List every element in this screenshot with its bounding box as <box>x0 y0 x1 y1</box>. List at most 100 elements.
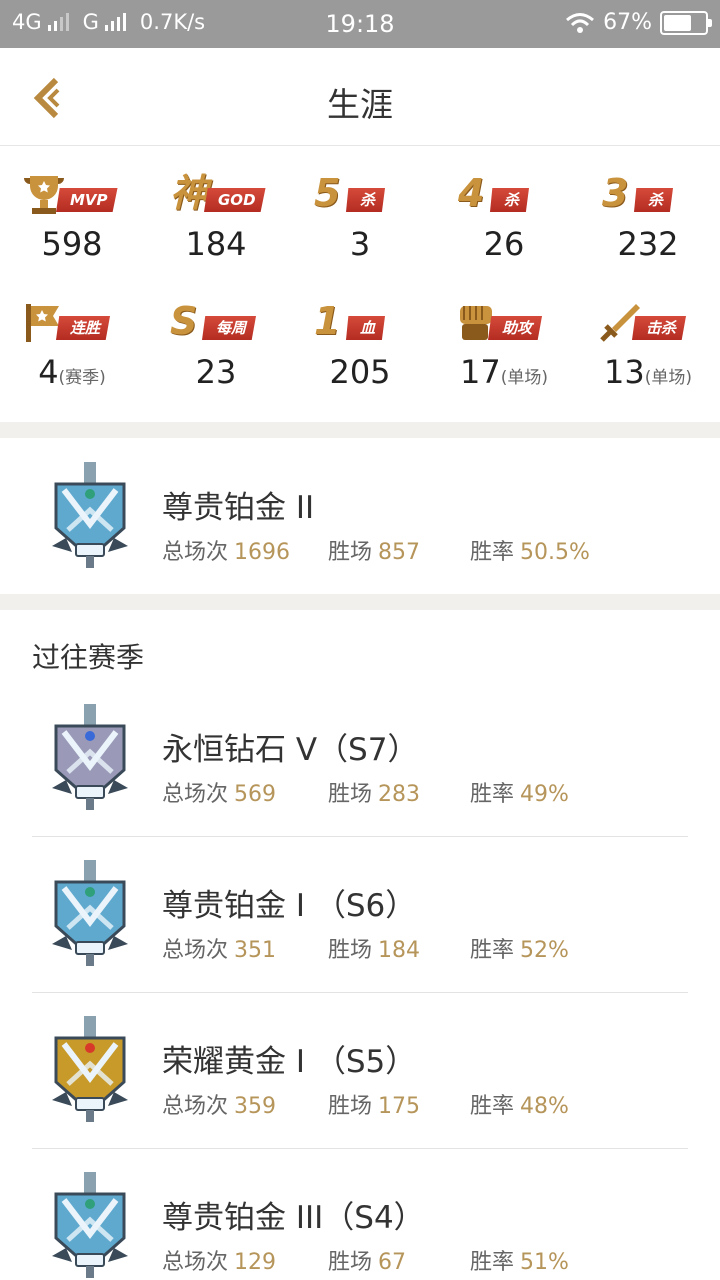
stat-value: 598 <box>0 224 144 264</box>
stat-suffix: (单场) <box>500 368 548 388</box>
wins-label: 胜场 <box>328 1250 373 1275</box>
five-kill-icon: 5杀 <box>288 170 432 218</box>
stat-value: 13(单场) <box>576 352 720 398</box>
season-rank-name: 尊贵铂金 I （S6） <box>162 888 417 924</box>
page-title: 生涯 <box>327 85 393 124</box>
battery-icon <box>660 10 712 35</box>
wifi-icon <box>566 12 595 33</box>
stat-flag: 连胜 4(赛季) <box>0 298 144 398</box>
season-rank-name: 永恒钻石 V（S7） <box>162 732 419 768</box>
stat-number: 232 <box>617 225 679 263</box>
trophy-icon: MVP <box>0 170 144 218</box>
season-rank-name: 荣耀黄金 I （S5） <box>162 1044 417 1080</box>
stat-value: 184 <box>144 224 288 264</box>
stat-number: 205 <box>329 353 391 391</box>
stat-number: 598 <box>41 225 103 263</box>
wins-value: 67 <box>378 1250 407 1275</box>
wins-label: 胜场 <box>328 782 373 807</box>
stat-five-kill: 5杀 3 <box>288 170 432 264</box>
emblem-glyph: S <box>170 299 198 343</box>
rate-label: 胜率 <box>470 782 515 807</box>
rank-emblem-icon <box>48 460 132 570</box>
wins-value: 283 <box>378 782 421 807</box>
stat-value: 232 <box>576 224 720 264</box>
stat-label: 击杀 <box>632 316 687 340</box>
fist-icon: 助攻 <box>432 298 576 346</box>
rate-label: 胜率 <box>470 938 515 963</box>
total-label: 总场次 <box>162 1250 229 1275</box>
stat-suffix: (单场) <box>644 368 692 388</box>
rate-value: 52% <box>520 938 569 963</box>
stat-first-blood: 1 血 205 <box>288 298 432 392</box>
emblem-glyph: 3 <box>602 171 629 215</box>
wins-value: 184 <box>378 938 421 963</box>
stat-number: 26 <box>483 225 525 263</box>
section-gap <box>0 594 720 610</box>
stat-label: 助攻 <box>488 316 543 340</box>
stat-value: 4(赛季) <box>0 352 144 398</box>
stat-value: 205 <box>288 352 432 392</box>
three-kill-icon: 3杀 <box>576 170 720 218</box>
season-rank-name: 尊贵铂金 III（S4） <box>162 1200 425 1236</box>
stat-number: 3 <box>349 225 371 263</box>
rate-value: 49% <box>520 782 569 807</box>
stat-label: 连胜 <box>56 316 111 340</box>
stat-fist: 助攻 17(单场) <box>432 298 576 398</box>
rate-label: 胜率 <box>470 1250 515 1275</box>
stat-value: 17(单场) <box>432 352 576 398</box>
sword-icon: 击杀 <box>576 298 720 346</box>
total-label: 总场次 <box>162 1094 229 1119</box>
stat-label: 杀 <box>346 188 386 212</box>
total-label: 总场次 <box>162 938 229 963</box>
flag-icon: 连胜 <box>0 298 144 346</box>
stat-value: 3 <box>288 224 432 264</box>
stat-label: 杀 <box>634 188 674 212</box>
rank-emblem-icon <box>48 1170 132 1280</box>
total-label: 总场次 <box>162 540 229 565</box>
stat-label: 杀 <box>490 188 530 212</box>
season-row[interactable]: 永恒钻石 V（S7） 总场次 569 胜场 283 胜率 49% <box>32 680 688 836</box>
app-header: 生涯 <box>0 48 720 146</box>
wins-label: 胜场 <box>328 540 373 565</box>
god-icon: 神 GOD <box>144 170 288 218</box>
season-row[interactable]: 荣耀黄金 I （S5） 总场次 359 胜场 175 胜率 48% <box>32 992 688 1148</box>
stat-suffix: (赛季) <box>58 368 106 388</box>
stat-god: 神 GOD 184 <box>144 170 288 264</box>
total-value: 351 <box>234 938 277 963</box>
season-row[interactable]: 尊贵铂金 III（S4） 总场次 129 胜场 67 胜率 51% <box>32 1148 688 1280</box>
wins-label: 胜场 <box>328 938 373 963</box>
rank-emblem-icon <box>48 702 132 812</box>
stat-label: GOD <box>204 188 266 212</box>
stat-weekly-s: S 每周 23 <box>144 298 288 392</box>
system-indicators: 67% <box>565 10 712 35</box>
rate-label: 胜率 <box>470 540 515 565</box>
rank-emblem-icon <box>48 1014 132 1124</box>
stat-label: MVP <box>56 188 118 212</box>
status-bar: 4G G 0.7K/s 19:18 67% <box>0 0 720 48</box>
section-gap <box>0 422 720 438</box>
stat-four-kill: 4 杀 26 <box>432 170 576 264</box>
stat-number: 23 <box>195 353 237 391</box>
rank-name: 尊贵铂金 II <box>162 490 315 526</box>
wins-label: 胜场 <box>328 1094 373 1119</box>
wins-value: 857 <box>378 540 421 565</box>
stat-label: 血 <box>346 316 386 340</box>
emblem-glyph: 1 <box>314 299 341 343</box>
stat-number: 13 <box>604 353 645 391</box>
weekly-s-icon: S 每周 <box>144 298 288 346</box>
rank-emblem-icon <box>48 858 132 968</box>
career-stats: MVP 598 神 GOD 184 5 杀 3 4 杀 26 3 杀 232 连胜 4(赛季) S 每周 23 1 血 2… <box>0 146 720 422</box>
stat-sword: 击杀 13(单场) <box>576 298 720 398</box>
wins-value: 175 <box>378 1094 421 1119</box>
emblem-glyph: 神 <box>170 171 209 215</box>
rate-value: 48% <box>520 1094 569 1119</box>
stat-three-kill: 3 杀 232 <box>576 170 720 264</box>
rate-value: 51% <box>520 1250 569 1275</box>
current-rank-row[interactable]: 尊贵铂金 II 总场次 1696 胜场 857 胜率 50.5% <box>32 438 688 594</box>
battery-percent: 67% <box>603 10 652 35</box>
emblem-glyph: 4 <box>458 171 485 215</box>
season-row[interactable]: 尊贵铂金 I （S6） 总场次 351 胜场 184 胜率 52% <box>32 836 688 992</box>
stat-value: 23 <box>144 352 288 392</box>
stat-trophy: MVP 598 <box>0 170 144 264</box>
current-rank: 尊贵铂金 II 总场次 1696 胜场 857 胜率 50.5% <box>0 438 720 594</box>
